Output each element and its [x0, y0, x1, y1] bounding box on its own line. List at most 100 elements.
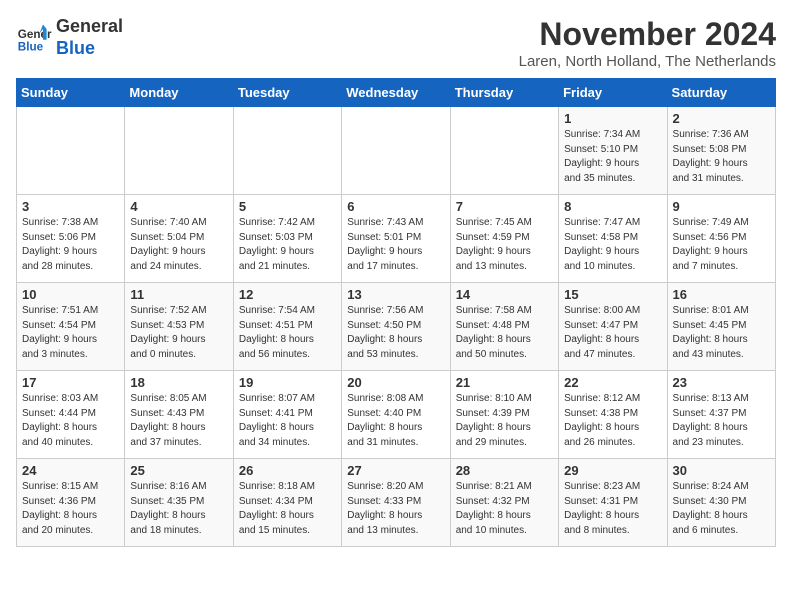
day-number: 3: [22, 199, 119, 214]
calendar-cell: [233, 107, 341, 195]
logo-icon: General Blue: [16, 20, 52, 56]
calendar-cell: 15 Sunrise: 8:00 AM Sunset: 4:47 PM Dayli…: [559, 283, 667, 371]
calendar-cell: 23 Sunrise: 8:13 AM Sunset: 4:37 PM Dayli…: [667, 371, 775, 459]
calendar-cell: [17, 107, 125, 195]
weekday-header-sunday: Sunday: [17, 79, 125, 107]
day-info: Sunrise: 8:20 AM Sunset: 4:33 PM Dayligh…: [347, 480, 444, 538]
day-number: 11: [130, 287, 227, 302]
day-info: Sunrise: 8:16 AM Sunset: 4:35 PM Dayligh…: [130, 480, 227, 538]
calendar-week-2: 3 Sunrise: 7:38 AM Sunset: 5:06 PM Daylig…: [17, 195, 776, 283]
day-number: 23: [673, 375, 770, 390]
calendar-week-3: 10Sunrise: 7:51 AM Sunset: 4:54 PM Dayli…: [17, 283, 776, 371]
calendar-table: SundayMondayTuesdayWednesdayThursdayFrid…: [16, 78, 776, 547]
day-info: Sunrise: 8:15 AM Sunset: 4:36 PM Dayligh…: [22, 480, 119, 538]
calendar-cell: 19 Sunrise: 8:07 AM Sunset: 4:41 PM Dayli…: [233, 371, 341, 459]
calendar-cell: 26 Sunrise: 8:18 AM Sunset: 4:34 PM Dayli…: [233, 459, 341, 547]
calendar-cell: 18Sunrise: 8:05 AM Sunset: 4:43 PM Dayli…: [125, 371, 233, 459]
day-info: Sunrise: 7:34 AM Sunset: 5:10 PM Dayligh…: [564, 128, 661, 186]
day-number: 28: [456, 463, 553, 478]
calendar-cell: [125, 107, 233, 195]
calendar-week-5: 24 Sunrise: 8:15 AM Sunset: 4:36 PM Dayli…: [17, 459, 776, 547]
day-info: Sunrise: 8:23 AM Sunset: 4:31 PM Dayligh…: [564, 480, 661, 538]
day-info: Sunrise: 8:10 AM Sunset: 4:39 PM Dayligh…: [456, 392, 553, 450]
day-info: Sunrise: 7:42 AM Sunset: 5:03 PM Dayligh…: [239, 216, 336, 274]
calendar-cell: 12Sunrise: 7:54 AM Sunset: 4:51 PM Dayli…: [233, 283, 341, 371]
logo-text-blue: Blue: [56, 38, 123, 60]
day-number: 30: [673, 463, 770, 478]
day-number: 19: [239, 375, 336, 390]
month-title: November 2024: [519, 16, 776, 53]
logo: General Blue General Blue: [16, 16, 123, 59]
calendar-week-4: 17 Sunrise: 8:03 AM Sunset: 4:44 PM Dayli…: [17, 371, 776, 459]
day-number: 16: [673, 287, 770, 302]
day-number: 5: [239, 199, 336, 214]
day-info: Sunrise: 8:21 AM Sunset: 4:32 PM Dayligh…: [456, 480, 553, 538]
weekday-header-row: SundayMondayTuesdayWednesdayThursdayFrid…: [17, 79, 776, 107]
title-area: November 2024 Laren, North Holland, The …: [519, 16, 776, 70]
day-info: Sunrise: 7:38 AM Sunset: 5:06 PM Dayligh…: [22, 216, 119, 274]
day-number: 20: [347, 375, 444, 390]
day-number: 9: [673, 199, 770, 214]
day-info: Sunrise: 8:07 AM Sunset: 4:41 PM Dayligh…: [239, 392, 336, 450]
weekday-header-tuesday: Tuesday: [233, 79, 341, 107]
calendar-cell: 29Sunrise: 8:23 AM Sunset: 4:31 PM Dayli…: [559, 459, 667, 547]
day-number: 15: [564, 287, 661, 302]
calendar-cell: 20Sunrise: 8:08 AM Sunset: 4:40 PM Dayli…: [342, 371, 450, 459]
day-info: Sunrise: 8:00 AM Sunset: 4:47 PM Dayligh…: [564, 304, 661, 362]
day-info: Sunrise: 7:45 AM Sunset: 4:59 PM Dayligh…: [456, 216, 553, 274]
day-number: 13: [347, 287, 444, 302]
logo-text-general: General: [56, 16, 123, 38]
day-info: Sunrise: 8:03 AM Sunset: 4:44 PM Dayligh…: [22, 392, 119, 450]
day-number: 27: [347, 463, 444, 478]
calendar-cell: 30 Sunrise: 8:24 AM Sunset: 4:30 PM Dayli…: [667, 459, 775, 547]
calendar-cell: 11 Sunrise: 7:52 AM Sunset: 4:53 PM Dayli…: [125, 283, 233, 371]
day-info: Sunrise: 8:18 AM Sunset: 4:34 PM Dayligh…: [239, 480, 336, 538]
day-number: 6: [347, 199, 444, 214]
calendar-cell: 3 Sunrise: 7:38 AM Sunset: 5:06 PM Daylig…: [17, 195, 125, 283]
calendar-cell: 8 Sunrise: 7:47 AM Sunset: 4:58 PM Daylig…: [559, 195, 667, 283]
day-number: 4: [130, 199, 227, 214]
day-number: 8: [564, 199, 661, 214]
day-info: Sunrise: 7:52 AM Sunset: 4:53 PM Dayligh…: [130, 304, 227, 362]
calendar-cell: [450, 107, 558, 195]
day-info: Sunrise: 8:12 AM Sunset: 4:38 PM Dayligh…: [564, 392, 661, 450]
calendar-cell: 14 Sunrise: 7:58 AM Sunset: 4:48 PM Dayli…: [450, 283, 558, 371]
day-info: Sunrise: 7:40 AM Sunset: 5:04 PM Dayligh…: [130, 216, 227, 274]
day-number: 17: [22, 375, 119, 390]
day-number: 7: [456, 199, 553, 214]
header: General Blue General Blue November 2024 …: [16, 16, 776, 70]
calendar-cell: 2 Sunrise: 7:36 AM Sunset: 5:08 PM Daylig…: [667, 107, 775, 195]
calendar-cell: 1 Sunrise: 7:34 AM Sunset: 5:10 PM Daylig…: [559, 107, 667, 195]
calendar-cell: 16Sunrise: 8:01 AM Sunset: 4:45 PM Dayli…: [667, 283, 775, 371]
day-info: Sunrise: 8:24 AM Sunset: 4:30 PM Dayligh…: [673, 480, 770, 538]
calendar-cell: 5 Sunrise: 7:42 AM Sunset: 5:03 PM Daylig…: [233, 195, 341, 283]
day-info: Sunrise: 7:58 AM Sunset: 4:48 PM Dayligh…: [456, 304, 553, 362]
day-info: Sunrise: 7:47 AM Sunset: 4:58 PM Dayligh…: [564, 216, 661, 274]
day-number: 21: [456, 375, 553, 390]
calendar-cell: 22Sunrise: 8:12 AM Sunset: 4:38 PM Dayli…: [559, 371, 667, 459]
calendar-cell: 6Sunrise: 7:43 AM Sunset: 5:01 PM Daylig…: [342, 195, 450, 283]
day-number: 24: [22, 463, 119, 478]
day-info: Sunrise: 7:36 AM Sunset: 5:08 PM Dayligh…: [673, 128, 770, 186]
calendar-cell: 27 Sunrise: 8:20 AM Sunset: 4:33 PM Dayli…: [342, 459, 450, 547]
weekday-header-saturday: Saturday: [667, 79, 775, 107]
day-number: 12: [239, 287, 336, 302]
calendar-cell: 24 Sunrise: 8:15 AM Sunset: 4:36 PM Dayli…: [17, 459, 125, 547]
location-title: Laren, North Holland, The Netherlands: [519, 53, 776, 70]
calendar-cell: [342, 107, 450, 195]
day-number: 14: [456, 287, 553, 302]
calendar-cell: 25Sunrise: 8:16 AM Sunset: 4:35 PM Dayli…: [125, 459, 233, 547]
calendar-week-1: 1 Sunrise: 7:34 AM Sunset: 5:10 PM Daylig…: [17, 107, 776, 195]
day-number: 2: [673, 111, 770, 126]
weekday-header-monday: Monday: [125, 79, 233, 107]
day-number: 26: [239, 463, 336, 478]
day-number: 1: [564, 111, 661, 126]
calendar-cell: 9 Sunrise: 7:49 AM Sunset: 4:56 PM Daylig…: [667, 195, 775, 283]
day-info: Sunrise: 7:51 AM Sunset: 4:54 PM Dayligh…: [22, 304, 119, 362]
day-info: Sunrise: 7:56 AM Sunset: 4:50 PM Dayligh…: [347, 304, 444, 362]
day-info: Sunrise: 8:13 AM Sunset: 4:37 PM Dayligh…: [673, 392, 770, 450]
weekday-header-friday: Friday: [559, 79, 667, 107]
svg-text:Blue: Blue: [18, 40, 44, 53]
day-number: 18: [130, 375, 227, 390]
day-info: Sunrise: 7:49 AM Sunset: 4:56 PM Dayligh…: [673, 216, 770, 274]
